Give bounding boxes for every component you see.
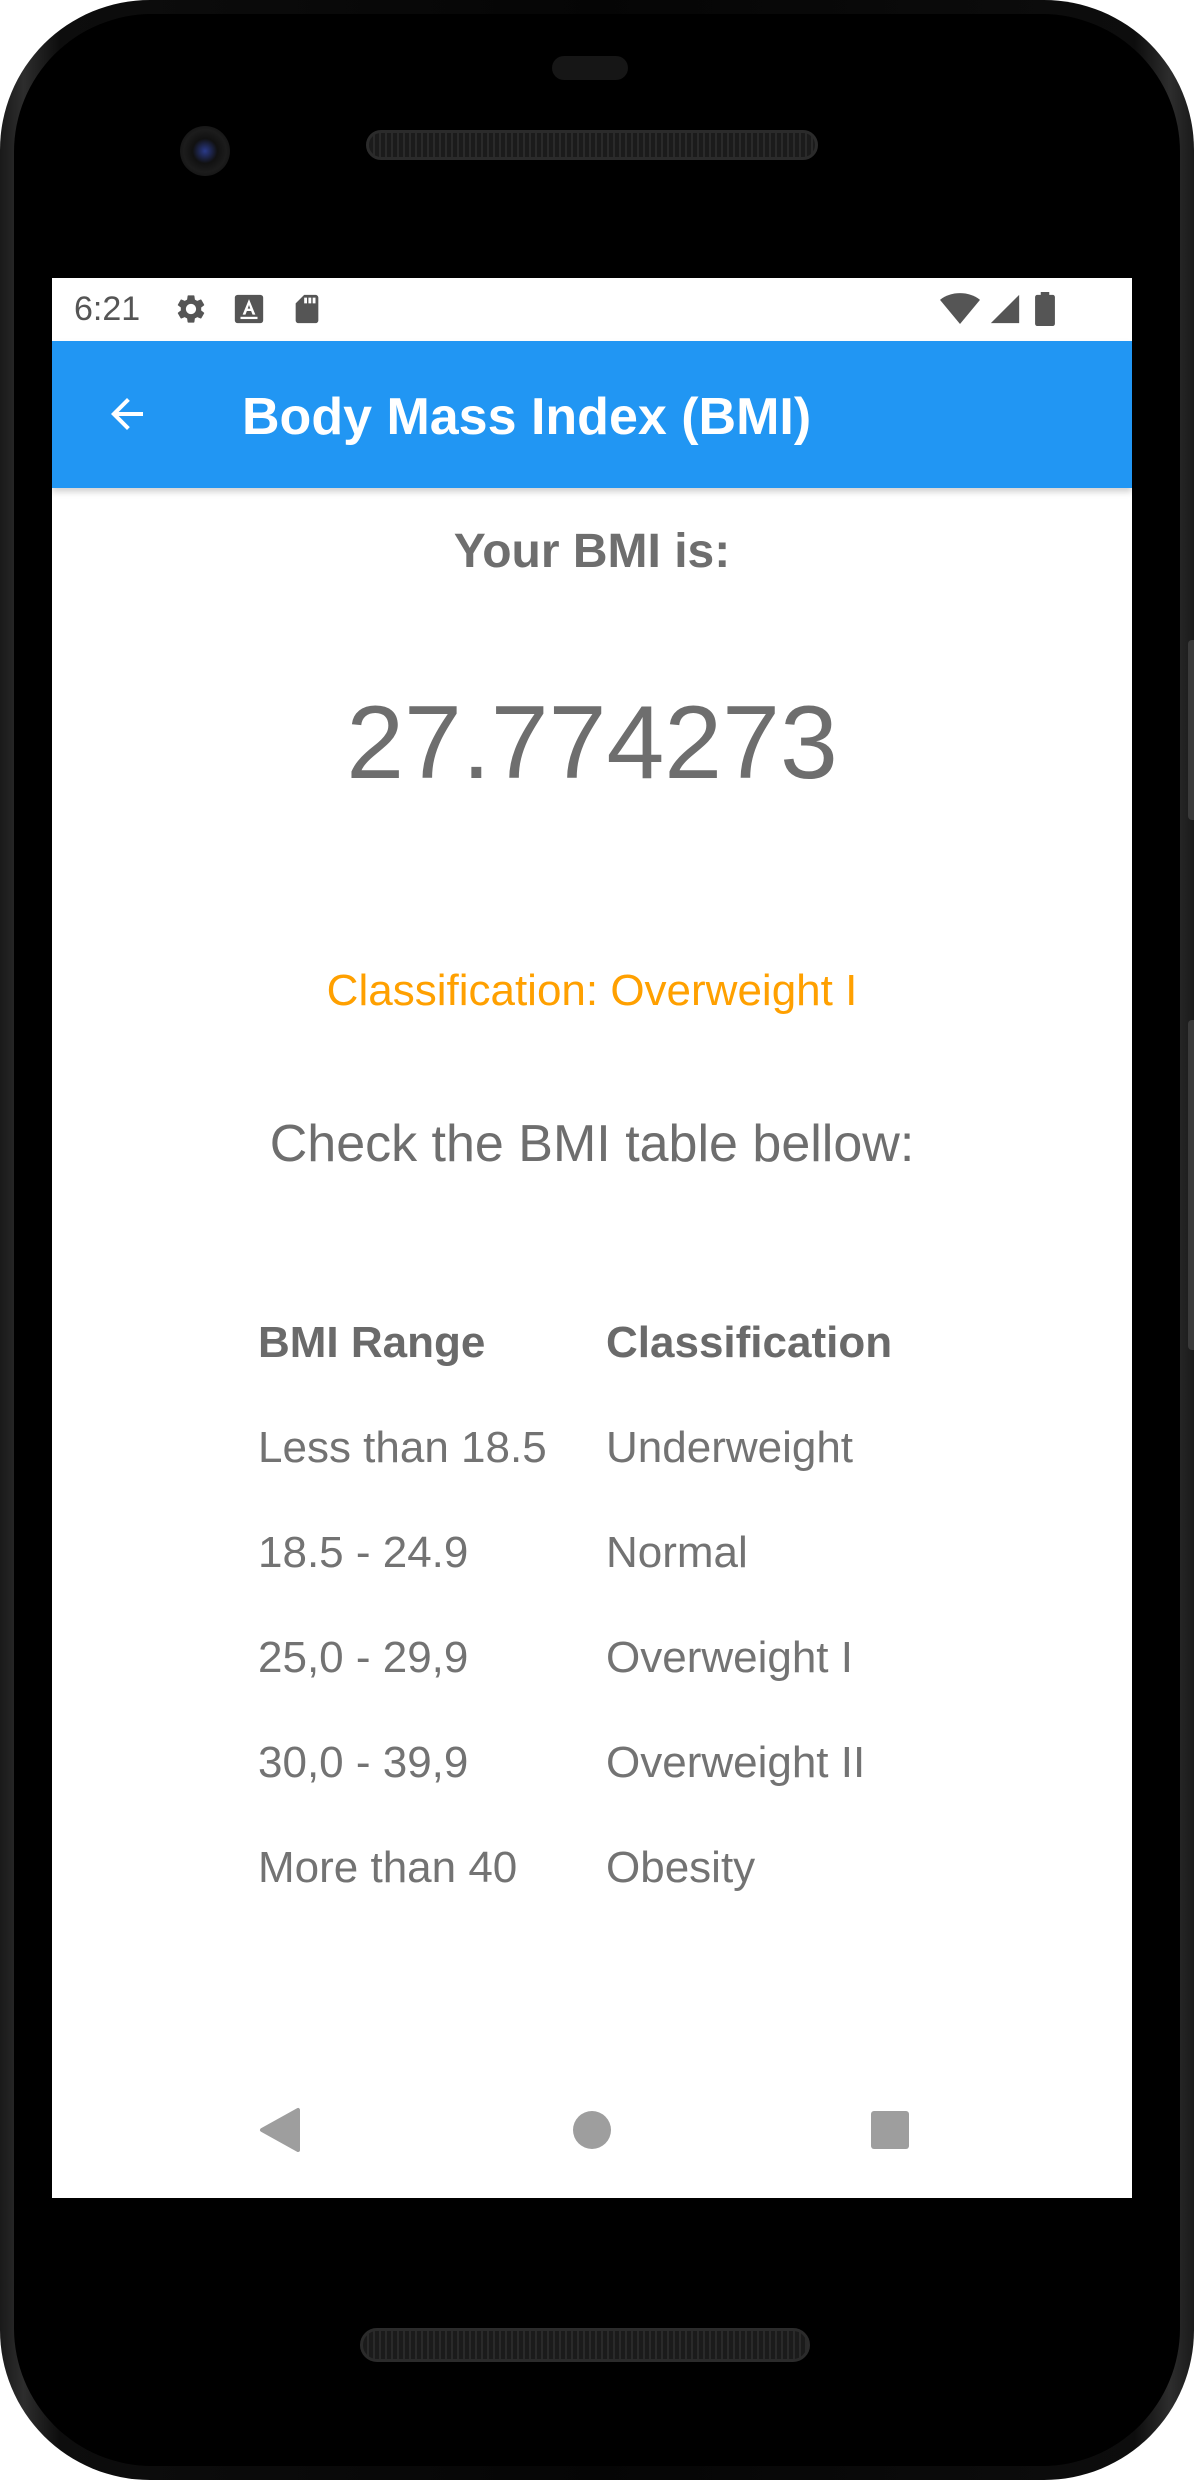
- app-bar: Body Mass Index (BMI): [52, 341, 1132, 488]
- table-cell-classification: Overweight II: [606, 1738, 866, 1787]
- sd-card-icon: [290, 292, 324, 326]
- gear-icon: [174, 292, 208, 326]
- page-title: Body Mass Index (BMI): [242, 388, 812, 446]
- nav-recents-button[interactable]: [858, 2100, 922, 2164]
- table-cell-range: More than 40: [258, 1843, 518, 1892]
- header-classification: Classification: [606, 1318, 893, 1367]
- header-bmi-range: BMI Range: [258, 1318, 486, 1367]
- wifi-icon: [940, 292, 980, 326]
- bmi-value: 27.774273: [346, 685, 838, 801]
- table-row: 25,0 - 29,9 Overweight I: [258, 1633, 958, 1693]
- volume-button: [1188, 640, 1194, 820]
- arrow-left-icon: [103, 390, 151, 443]
- text-a-icon: [232, 292, 266, 326]
- table-cell-range: Less than 18.5: [258, 1423, 547, 1472]
- table-instruction: Check the BMI table bellow:: [269, 1115, 915, 1173]
- table-cell-classification: Normal: [606, 1528, 748, 1577]
- nav-home-button[interactable]: [560, 2100, 624, 2164]
- status-bar: 6:21: [52, 278, 1132, 341]
- bmi-heading: Your BMI is:: [453, 525, 731, 578]
- table-header-row: BMI Range Classification: [258, 1318, 958, 1378]
- power-button: [1188, 1020, 1194, 1350]
- earpiece-slot: [552, 56, 628, 80]
- battery-icon: [1032, 292, 1058, 326]
- table-cell-classification: Overweight I: [606, 1633, 853, 1682]
- table-cell-classification: Obesity: [606, 1843, 756, 1892]
- back-triangle-icon: [258, 2106, 302, 2159]
- nav-back-button[interactable]: [248, 2100, 312, 2164]
- table-cell-classification: Underweight: [606, 1423, 854, 1472]
- phone-frame: 6:21 Body Mass Index (BMI) Your BMI is: …: [0, 0, 1194, 2480]
- system-nav-bar: [52, 2066, 1132, 2198]
- home-circle-icon: [572, 2110, 612, 2155]
- recents-square-icon: [870, 2110, 910, 2155]
- signal-icon: [988, 292, 1022, 326]
- top-speaker-grille: [366, 130, 818, 160]
- table-cell-range: 18.5 - 24.9: [258, 1528, 469, 1577]
- classification-label: Classification: Overweight I: [326, 966, 858, 1015]
- table-row: More than 40 Obesity: [258, 1843, 958, 1903]
- bottom-speaker-grille: [360, 2328, 810, 2362]
- table-cell-range: 30,0 - 39,9: [258, 1738, 469, 1787]
- table-row: 30,0 - 39,9 Overweight II: [258, 1738, 958, 1798]
- table-row: Less than 18.5 Underweight: [258, 1423, 958, 1483]
- front-camera: [180, 126, 230, 176]
- status-time: 6:21: [74, 290, 141, 328]
- back-button[interactable]: [92, 381, 162, 451]
- table-row: 18.5 - 24.9 Normal: [258, 1528, 958, 1588]
- table-cell-range: 25,0 - 29,9: [258, 1633, 469, 1682]
- screen: 6:21 Body Mass Index (BMI) Your BMI is: …: [52, 278, 1132, 2198]
